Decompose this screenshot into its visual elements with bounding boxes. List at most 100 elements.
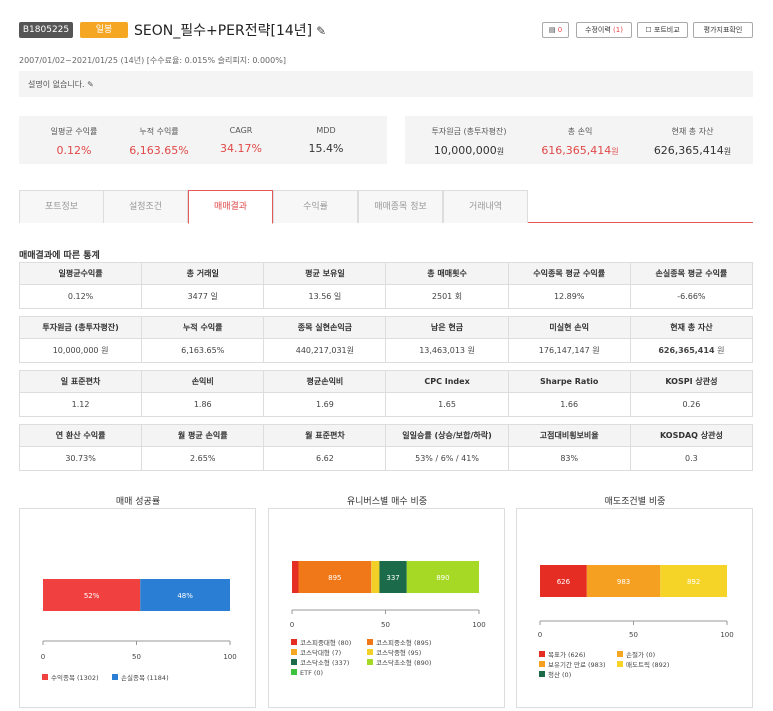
- summary-label: MDD: [316, 126, 336, 135]
- stat-value: 1.86: [141, 392, 265, 417]
- summary-daily-return: 일평균 수익률 0.12%: [34, 126, 114, 157]
- bar-label: 892: [687, 578, 700, 586]
- chart-title-success-rate: 매매 성공률: [115, 497, 161, 507]
- bar-segment: [371, 561, 372, 593]
- legend-swatch: [291, 669, 297, 675]
- summary-value: 34.17%: [220, 142, 262, 155]
- stat-value: 0.12%: [18, 284, 143, 309]
- stat-header: 고점대비횡보비율: [507, 424, 631, 447]
- legend-label: 코스닥초소형 (890): [376, 658, 431, 667]
- bar-label: 983: [617, 578, 630, 586]
- pencil-icon[interactable]: ✎: [316, 24, 326, 38]
- legend-label: 청산 (0): [548, 670, 571, 679]
- chart-sell-condition-svg: 0 50 100 626 983 892 목표가 (626) 손절가 (0) 보유기간 만료 (…: [538, 565, 734, 679]
- tab-trade-results[interactable]: 매매결과: [188, 190, 273, 224]
- stat-header: 총 매매횟수: [385, 262, 509, 285]
- stat-value: 1.65: [385, 392, 509, 417]
- summary-unit: 원: [611, 147, 619, 156]
- tab-trade-history[interactable]: 거래내역: [443, 190, 528, 223]
- tab-returns[interactable]: 수익률: [273, 190, 358, 223]
- legend-label: 손절가 (0): [626, 650, 655, 659]
- bar-segment: [292, 561, 299, 593]
- legend-label: 수익종목 (1302): [51, 674, 99, 682]
- chart-universe-svg: 0 50 100895 337 890코스피중대형 (80) 코스피중소형 (895)코스…: [290, 561, 486, 677]
- stat-unit: 원: [717, 346, 725, 355]
- pencil-icon[interactable]: ✎: [87, 80, 94, 89]
- stat-header: 총 거래일: [141, 262, 265, 285]
- legend-swatch: [539, 671, 545, 677]
- chart-sell-condition: 0 50 100 626 983 892 목표가 (626) 손절가 (0) 보유기간 만료 (…: [516, 508, 753, 708]
- stat-header: 현재 총 자산: [629, 316, 754, 339]
- memo-button[interactable]: ▤ 0: [542, 22, 569, 38]
- legend-label: 목표가 (626): [548, 650, 586, 659]
- description: 설명이 없습니다. ✎: [28, 79, 94, 90]
- summary-cagr: CAGR 34.17%: [201, 126, 281, 155]
- summary-label: CAGR: [229, 126, 253, 135]
- tab-bar: 포트정보 설정조건 매매결과 수익률 매매종목 정보 거래내역: [19, 190, 753, 224]
- stat-value: 12.89%: [507, 284, 631, 309]
- summary-assets-box: 투자원금 (총투자평잔) 10,000,000원 총 손익 616,365,41…: [405, 116, 753, 164]
- legend-label: 코스닥중형 (95): [376, 648, 421, 657]
- stat-header: CPC Index: [385, 370, 509, 393]
- stat-value: 1.69: [263, 392, 387, 417]
- x-tick-label: 0: [538, 631, 542, 639]
- summary-cumulative-return: 누적 수익률 6,163.65%: [119, 126, 199, 157]
- legend-swatch: [617, 661, 623, 667]
- bar-label: 48%: [177, 592, 193, 600]
- stat-value: 176,147,147 원: [507, 338, 631, 363]
- backtest-period-meta: 2007/01/02~2021/01/25 (14년) [수수료율: 0.015…: [19, 56, 286, 65]
- stat-value: 10,000,000 원: [18, 338, 143, 363]
- summary-principal: 투자원금 (총투자평잔) 10,000,000원: [415, 126, 523, 157]
- stat-header: 손익비: [141, 370, 265, 393]
- section-title: 매매결과에 따른 통계: [19, 251, 100, 261]
- legend-label: 보유기간 만료 (983): [548, 660, 606, 669]
- legend-swatch: [291, 659, 297, 665]
- bar-label: 337: [386, 574, 399, 582]
- revision-label: 수정이력: [585, 26, 611, 34]
- legend-swatch: [291, 649, 297, 655]
- tab-portfolio-info[interactable]: 포트정보: [19, 190, 104, 223]
- compare-button[interactable]: ☐ 포트비교: [637, 22, 688, 38]
- stat-value: 83%: [507, 446, 631, 471]
- strategy-title: SEON_필수+PER전략[14년]: [134, 23, 313, 39]
- summary-value: 15.4%: [308, 142, 344, 155]
- stats-table-2: 투자원금 (총투자평잔) 누적 수익률 종목 실현손익금 남은 현금 미실현 손…: [18, 316, 754, 363]
- stat-header: 남은 현금: [385, 316, 509, 339]
- revision-history-button[interactable]: 수정이력 (1): [576, 22, 632, 38]
- legend-swatch: [367, 649, 373, 655]
- stat-header: 월 표준편차: [263, 424, 387, 447]
- strategy-id-badge: B1805225: [19, 22, 73, 38]
- summary-total-pnl: 총 손익 616,365,414원: [530, 126, 630, 157]
- stat-header: 일평균수익률: [18, 262, 143, 285]
- stat-header: 수익종목 평균 수익률: [507, 262, 631, 285]
- stat-value: 0.3: [629, 446, 754, 471]
- stat-header: 평균손익비: [263, 370, 387, 393]
- bar-label: 890: [436, 574, 449, 582]
- stats-table-1: 일평균수익률 총 거래일 평균 보유일 총 매매횟수 수익종목 평균 수익률 손…: [18, 262, 754, 309]
- stat-header: 종목 실현손익금: [263, 316, 387, 339]
- tab-traded-stocks[interactable]: 매매종목 정보: [358, 190, 443, 223]
- stat-value: 0.26: [629, 392, 754, 417]
- x-tick-label: 100: [223, 653, 236, 661]
- checkbox-icon: ☐: [645, 26, 652, 34]
- eval-metrics-button[interactable]: 평가지표확인: [693, 22, 753, 38]
- stat-value: 13.56 일: [263, 284, 387, 309]
- stat-value-cell: 626,365,414 원: [629, 338, 754, 363]
- chart-title-universe: 유니버스별 매수 비중: [346, 497, 428, 507]
- stat-header: Sharpe Ratio: [507, 370, 631, 393]
- x-tick-label: 0: [290, 621, 294, 629]
- stat-value: 6.62: [263, 446, 387, 471]
- stat-value: 2.65%: [141, 446, 265, 471]
- summary-label: 현재 총 자산: [671, 127, 714, 136]
- summary-mdd: MDD 15.4%: [286, 126, 366, 155]
- x-tick-label: 50: [629, 631, 638, 639]
- tab-settings[interactable]: 설정조건: [103, 190, 188, 223]
- stats-table-3: 일 표준편차 손익비 평균손익비 CPC Index Sharpe Ratio …: [18, 370, 754, 417]
- summary-label: 총 손익: [567, 127, 593, 136]
- stat-value: 13,463,013 원: [385, 338, 509, 363]
- summary-value: 626,365,414: [653, 144, 724, 157]
- x-tick-label: 100: [472, 621, 485, 629]
- summary-unit: 원: [496, 147, 505, 156]
- bar-label: 895: [328, 574, 341, 582]
- stat-header: KOSDAQ 상관성: [629, 424, 754, 447]
